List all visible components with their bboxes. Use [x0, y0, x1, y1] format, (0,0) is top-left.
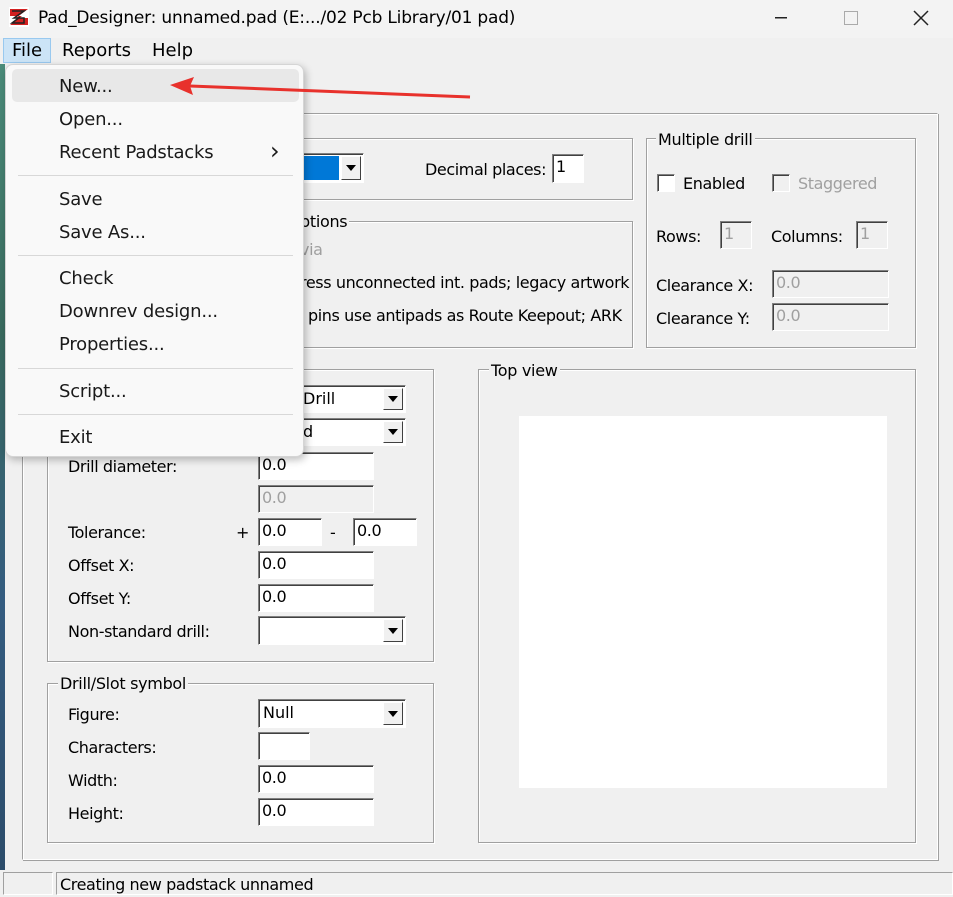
- columns-label: Columns:: [771, 227, 843, 246]
- close-button[interactable]: [898, 0, 944, 36]
- drill-type-dropdown-button[interactable]: [383, 388, 403, 410]
- menu-separator: [18, 414, 293, 415]
- figure-label: Figure:: [68, 705, 120, 724]
- enabled-label: Enabled: [683, 174, 745, 193]
- enabled-checkbox[interactable]: [657, 174, 675, 192]
- file-menu-dropdown: New... Open... Recent Padstacks › Save S…: [5, 64, 304, 457]
- figure-value: Null: [263, 703, 294, 722]
- option-suppress-unconnected-label: ress unconnected int. pads; legacy artwo…: [300, 273, 630, 292]
- width-input[interactable]: 0.0: [258, 765, 374, 793]
- minimize-button[interactable]: [758, 0, 804, 36]
- figure-dropdown-button[interactable]: [383, 702, 403, 725]
- height-input[interactable]: 0.0: [258, 798, 374, 826]
- drill-diameter-secondary-input[interactable]: 0.0: [258, 485, 374, 513]
- figure-dropdown[interactable]: Null: [258, 699, 406, 728]
- status-message: Creating new padstack unnamed: [56, 872, 953, 895]
- menu-item-new[interactable]: New...: [59, 76, 113, 97]
- menu-reports[interactable]: Reports: [54, 38, 139, 64]
- rows-input[interactable]: 1: [720, 221, 752, 249]
- offset-x-input[interactable]: 0.0: [258, 551, 374, 579]
- window-title: Pad_Designer: unnamed.pad (E:.../02 Pcb …: [38, 8, 516, 28]
- decimal-places-input[interactable]: 1: [552, 154, 584, 183]
- decimal-places-label: Decimal places:: [425, 160, 547, 179]
- nonstandard-drill-dropdown-button[interactable]: [383, 619, 403, 642]
- clearance-y-input[interactable]: 0.0: [772, 303, 889, 331]
- tolerance-plus-input[interactable]: 0.0: [258, 518, 322, 546]
- menu-item-downrev-design[interactable]: Downrev design...: [59, 301, 218, 322]
- annotation-arrow-icon: [170, 77, 471, 99]
- maximize-icon: [844, 11, 858, 25]
- clearance-x-input[interactable]: 0.0: [772, 270, 889, 298]
- drill-diameter-label: Drill diameter:: [68, 457, 177, 476]
- menu-bar: [0, 38, 953, 64]
- rows-label: Rows:: [656, 227, 702, 246]
- chevron-down-icon: [388, 429, 398, 435]
- clearance-y-label: Clearance Y:: [656, 309, 750, 328]
- menu-item-properties[interactable]: Properties...: [59, 334, 165, 355]
- top-view-canvas[interactable]: [519, 416, 887, 788]
- menu-item-script[interactable]: Script...: [59, 381, 127, 402]
- units-selection-highlight: [299, 156, 339, 180]
- drill-slot-symbol-title: Drill/Slot symbol: [58, 674, 189, 693]
- top-view-title: Top view: [489, 361, 560, 380]
- chevron-down-icon: [388, 627, 398, 634]
- menu-item-check[interactable]: Check: [59, 268, 114, 289]
- characters-input[interactable]: [258, 732, 310, 760]
- menu-item-save-as[interactable]: Save As...: [59, 222, 146, 243]
- units-dropdown-button[interactable]: [341, 156, 361, 180]
- characters-label: Characters:: [68, 738, 157, 757]
- menu-item-recent-padstacks[interactable]: Recent Padstacks: [59, 142, 214, 163]
- tolerance-minus-sign: -: [330, 523, 336, 542]
- chevron-down-icon: [388, 396, 398, 402]
- tolerance-plus-sign: +: [236, 523, 250, 542]
- plating-value: d: [303, 422, 314, 441]
- offset-y-label: Offset Y:: [68, 589, 131, 608]
- submenu-arrow-icon: ›: [270, 137, 280, 165]
- menu-separator: [18, 175, 293, 176]
- status-cell-left: [3, 872, 53, 895]
- options-group-title: ptions: [298, 212, 350, 231]
- plating-dropdown[interactable]: d: [298, 418, 406, 446]
- menu-file[interactable]: File: [3, 38, 52, 63]
- menu-separator: [18, 368, 293, 369]
- menu-help[interactable]: Help: [144, 38, 201, 64]
- height-label: Height:: [68, 804, 124, 823]
- tolerance-label: Tolerance:: [68, 523, 146, 542]
- drill-type-dropdown[interactable]: Drill: [298, 385, 406, 413]
- units-dropdown[interactable]: [296, 153, 364, 183]
- multiple-drill-title: Multiple drill: [656, 130, 755, 149]
- menu-item-save[interactable]: Save: [59, 189, 103, 210]
- menu-item-exit[interactable]: Exit: [59, 427, 92, 448]
- app-logo-icon: [9, 7, 29, 27]
- staggered-label: Staggered: [798, 174, 878, 193]
- close-icon: [913, 10, 929, 26]
- tolerance-minus-input[interactable]: 0.0: [353, 518, 417, 546]
- option-antipads-label: pins use antipads as Route Keepout; ARK: [308, 306, 622, 325]
- clearance-x-label: Clearance X:: [656, 276, 754, 295]
- maximize-button[interactable]: [828, 0, 874, 36]
- chevron-down-icon: [346, 165, 356, 171]
- drill-type-value: Drill: [303, 389, 336, 408]
- offset-x-label: Offset X:: [68, 556, 135, 575]
- nonstandard-drill-label: Non-standard drill:: [68, 622, 210, 641]
- chevron-down-icon: [388, 710, 398, 717]
- width-label: Width:: [68, 771, 118, 790]
- minimize-icon: [775, 17, 787, 19]
- menu-item-open[interactable]: Open...: [59, 109, 123, 130]
- columns-input[interactable]: 1: [856, 221, 888, 249]
- menu-separator: [18, 255, 293, 256]
- staggered-checkbox[interactable]: [772, 174, 790, 192]
- nonstandard-drill-dropdown[interactable]: [258, 616, 406, 645]
- plating-dropdown-button[interactable]: [383, 421, 403, 443]
- offset-y-input[interactable]: 0.0: [258, 584, 374, 612]
